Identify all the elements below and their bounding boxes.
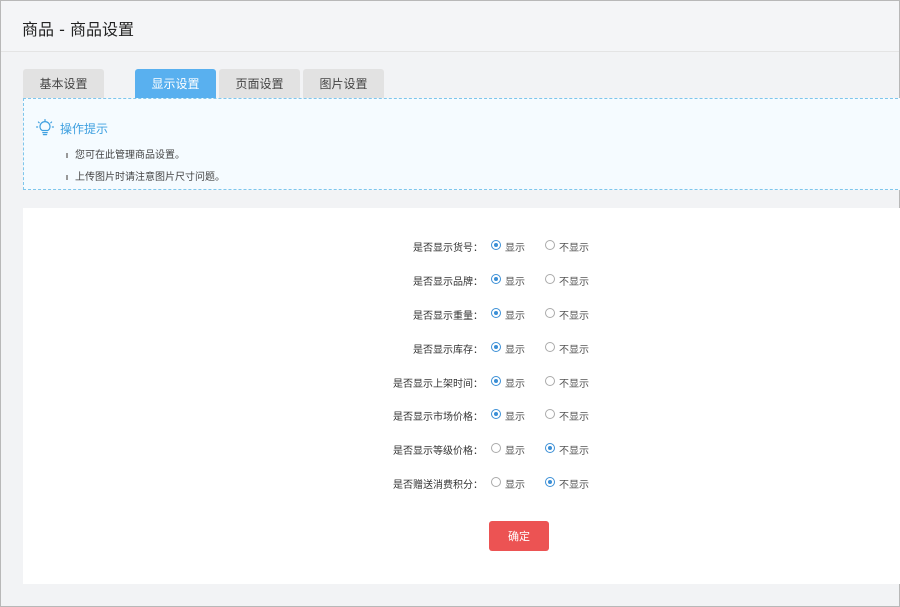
- lightbulb-icon: [36, 119, 54, 136]
- radio-checked-icon[interactable]: [545, 477, 555, 487]
- radio-unchecked-icon[interactable]: [491, 477, 501, 487]
- page-title: 商品 - 商品设置: [22, 20, 134, 39]
- setting-label: 是否显示上架时间：: [393, 379, 483, 390]
- tab-basic-settings[interactable]: 基本设置: [23, 69, 104, 99]
- operation-tips: 操作提示 您可在此管理商品设置。 上传图片时请注意图片尺寸问题。: [23, 98, 900, 190]
- setting-label: 是否赠送消费积分：: [393, 480, 483, 491]
- bullet-icon: [66, 174, 68, 180]
- radio-checked-icon[interactable]: [491, 308, 501, 318]
- setting-label: 是否显示品牌：: [413, 277, 483, 288]
- radio-label: 显示: [505, 446, 525, 457]
- radio-checked-icon[interactable]: [491, 409, 501, 419]
- radio-label: 不显示: [559, 480, 589, 491]
- radio-label: 不显示: [559, 345, 589, 356]
- tip-text: 上传图片时请注意图片尺寸问题。: [75, 172, 225, 183]
- radio-label: 显示: [505, 412, 525, 423]
- radio-label: 显示: [505, 243, 525, 254]
- tip-item: 上传图片时请注意图片尺寸问题。: [66, 168, 225, 183]
- setting-label: 是否显示库存：: [413, 345, 483, 356]
- radio-checked-icon[interactable]: [491, 342, 501, 352]
- radio-label: 显示: [505, 480, 525, 491]
- radio-checked-icon[interactable]: [491, 274, 501, 284]
- setting-row-weight: 是否显示重量： 显示 不显示: [23, 305, 900, 325]
- radio-label: 不显示: [559, 277, 589, 288]
- tip-item: 您可在此管理商品设置。: [66, 146, 185, 161]
- setting-row-listing-time: 是否显示上架时间： 显示 不显示: [23, 373, 900, 393]
- radio-checked-icon[interactable]: [491, 240, 501, 250]
- radio-unchecked-icon[interactable]: [491, 443, 501, 453]
- setting-row-market-price: 是否显示市场价格： 显示 不显示: [23, 406, 900, 426]
- page-header: 商品 - 商品设置: [1, 1, 899, 52]
- submit-button[interactable]: 确定: [489, 521, 549, 551]
- setting-label: 是否显示等级价格：: [393, 446, 483, 457]
- setting-row-stock: 是否显示库存： 显示 不显示: [23, 339, 900, 359]
- setting-label: 是否显示重量：: [413, 311, 483, 322]
- radio-label: 显示: [505, 379, 525, 390]
- tips-title: 操作提示: [60, 122, 109, 136]
- settings-form: 是否显示货号： 显示 不显示 是否显示品牌： 显示 不显示 是否显示重量： 显示…: [23, 208, 900, 584]
- radio-unchecked-icon[interactable]: [545, 274, 555, 284]
- setting-row-level-price: 是否显示等级价格： 显示 不显示: [23, 440, 900, 460]
- setting-row-sku: 是否显示货号： 显示 不显示: [23, 237, 900, 257]
- bullet-icon: [66, 152, 68, 158]
- radio-checked-icon[interactable]: [491, 376, 501, 386]
- setting-label: 是否显示货号：: [413, 243, 483, 254]
- radio-label: 不显示: [559, 412, 589, 423]
- radio-unchecked-icon[interactable]: [545, 240, 555, 250]
- radio-label: 显示: [505, 345, 525, 356]
- setting-row-reward-points: 是否赠送消费积分： 显示 不显示: [23, 474, 900, 494]
- radio-unchecked-icon[interactable]: [545, 409, 555, 419]
- tab-image-settings[interactable]: 图片设置: [303, 69, 384, 99]
- tip-text: 您可在此管理商品设置。: [75, 150, 185, 161]
- radio-label: 不显示: [559, 379, 589, 390]
- radio-label: 显示: [505, 311, 525, 322]
- radio-label: 不显示: [559, 243, 589, 254]
- radio-unchecked-icon[interactable]: [545, 308, 555, 318]
- radio-label: 不显示: [559, 311, 589, 322]
- setting-label: 是否显示市场价格：: [393, 412, 483, 423]
- radio-label: 显示: [505, 277, 525, 288]
- radio-unchecked-icon[interactable]: [545, 342, 555, 352]
- tab-display-settings[interactable]: 显示设置: [135, 69, 216, 99]
- tab-page-settings[interactable]: 页面设置: [219, 69, 300, 99]
- radio-checked-icon[interactable]: [545, 443, 555, 453]
- radio-label: 不显示: [559, 446, 589, 457]
- radio-unchecked-icon[interactable]: [545, 376, 555, 386]
- setting-row-brand: 是否显示品牌： 显示 不显示: [23, 271, 900, 291]
